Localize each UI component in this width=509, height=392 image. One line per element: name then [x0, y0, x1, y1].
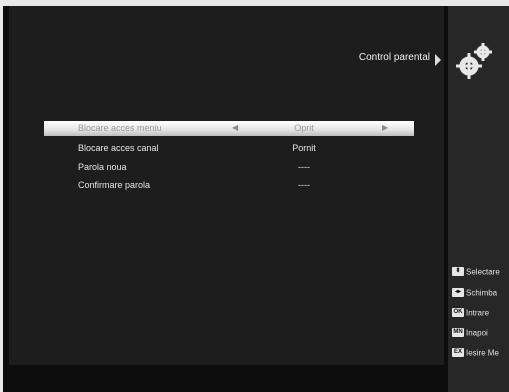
menu-item-value: ---- — [298, 162, 310, 172]
left-right-keys-icon: ◂▸ — [452, 288, 464, 298]
menu-item-label: Blocare acces canal — [78, 143, 159, 153]
legend-schimba: ◂▸ Schimba — [452, 288, 497, 298]
menu-item-blocare-acces-canal[interactable]: Blocare acces canal Pornit — [44, 141, 414, 156]
menu-item-label: Parola noua — [78, 162, 127, 172]
arrow-right-icon[interactable]: ▶ — [382, 123, 388, 132]
legend-selectare: ⬍ Selectare — [452, 267, 500, 277]
title-pointer-icon — [435, 54, 441, 66]
menu-item-label: Blocare acces meniu — [78, 123, 162, 133]
legend-inapoi: MN Inapoi — [452, 328, 488, 338]
up-down-keys-icon: ⬍ — [452, 267, 464, 277]
menu-item-confirmare-parola[interactable]: Confirmare parola ---- — [44, 178, 414, 193]
menu-item-value: Oprit — [294, 123, 314, 133]
menu-item-label: Confirmare parola — [78, 180, 151, 190]
menu-item-blocare-acces-meniu[interactable]: Blocare acces meniu ◀ Oprit ▶ — [44, 121, 414, 136]
menu-item-value: ---- — [298, 180, 310, 190]
gears-icon — [456, 43, 492, 79]
page-title: Control parental — [358, 52, 430, 63]
legend-intrare: OK Intrare — [452, 308, 490, 318]
arrow-left-icon[interactable]: ◀ — [232, 123, 238, 132]
exit-key-icon: EX — [452, 348, 464, 358]
menu-item-parola-noua[interactable]: Parola noua ---- — [44, 160, 414, 175]
menu-key-icon: MN — [452, 328, 464, 338]
legend-iesire: EX Iesire Me — [452, 348, 499, 358]
ok-key-icon: OK — [452, 308, 464, 318]
menu-item-value: Pornit — [292, 143, 316, 153]
tv-screen — [3, 6, 509, 392]
